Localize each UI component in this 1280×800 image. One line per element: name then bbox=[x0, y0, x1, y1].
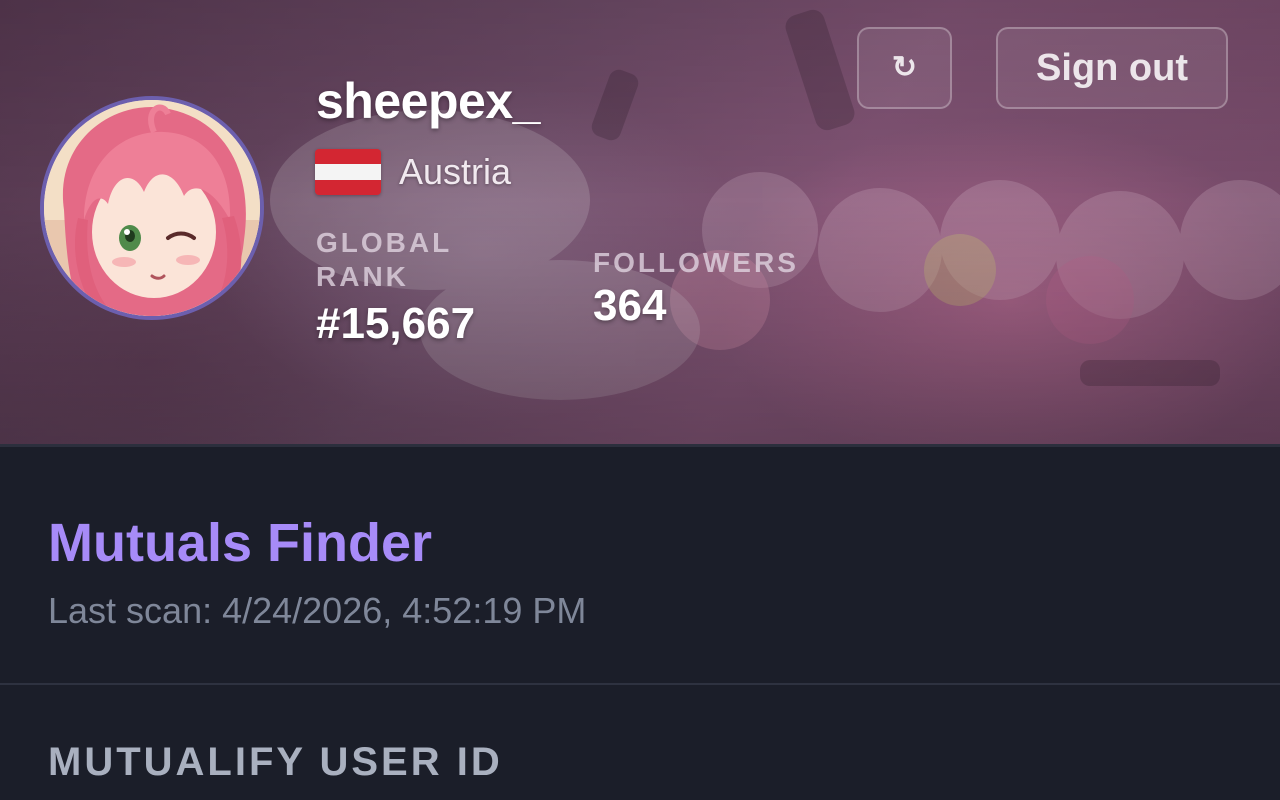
global-rank-value: #15,667 bbox=[316, 299, 476, 348]
flag-stripe-middle bbox=[315, 164, 381, 180]
global-rank-label: GLOBAL RANK bbox=[316, 227, 452, 292]
sign-out-button[interactable]: Sign out bbox=[996, 27, 1228, 109]
profile-avatar bbox=[40, 96, 264, 320]
user-id-label: MUTUALIFY USER ID bbox=[48, 740, 503, 784]
anime-avatar-icon bbox=[44, 100, 260, 316]
country-row: Austria bbox=[315, 148, 511, 196]
last-scan-text: Last scan: 4/24/2026, 4:52:19 PM bbox=[48, 590, 587, 631]
app-window: sheepex_ Austria GLOBAL RANK #15,667 FOL… bbox=[0, 0, 1280, 800]
country-name: Austria bbox=[399, 151, 512, 192]
austria-flag-icon bbox=[315, 149, 381, 195]
global-rank-stat: GLOBAL RANK #15,667 bbox=[316, 226, 546, 350]
section-divider bbox=[0, 683, 1280, 685]
followers-stat: FOLLOWERS 364 bbox=[593, 246, 799, 332]
username: sheepex_ bbox=[316, 73, 540, 129]
refresh-button[interactable]: ↻ bbox=[857, 27, 952, 109]
flag-stripe-bottom bbox=[315, 179, 381, 195]
followers-label: FOLLOWERS bbox=[593, 247, 799, 278]
app-title: Mutuals Finder bbox=[48, 513, 433, 573]
refresh-icon: ↻ bbox=[891, 51, 918, 84]
flag-stripe-top bbox=[315, 149, 381, 165]
followers-value: 364 bbox=[593, 281, 667, 330]
